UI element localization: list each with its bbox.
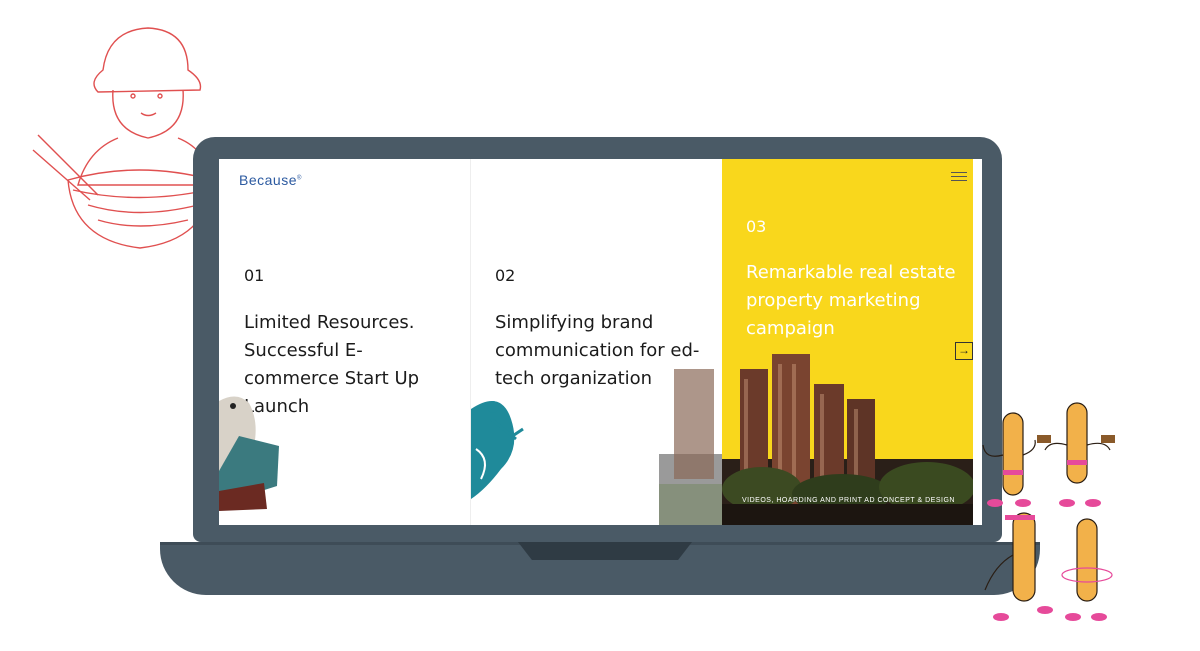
laptop-notch [518, 542, 692, 560]
panel-number: 02 [495, 266, 516, 285]
logo-mark: ® [296, 175, 302, 182]
panel-number: 03 [746, 217, 767, 236]
site-logo[interactable]: Because® [239, 172, 302, 188]
case-study-panel-3[interactable]: 03 Remarkable real estate property marke… [722, 159, 973, 525]
hamburger-menu-icon[interactable] [951, 169, 967, 185]
teal-figure-illustration [471, 401, 524, 499]
boy-with-noodle-bowl-illustration [32, 27, 214, 249]
case-study-panel-1[interactable]: Because® 01 Limited Resources. Successfu… [219, 159, 471, 525]
panel-number: 01 [244, 266, 265, 285]
panel-title: Remarkable real estate property marketin… [746, 262, 956, 339]
laptop-screen: Because® 01 Limited Resources. Successfu… [219, 159, 982, 525]
dancing-churros-illustration [982, 402, 1115, 621]
logo-text: Because [239, 172, 297, 188]
building-silhouette-image [659, 369, 722, 525]
panel-caption: VIDEOS, HOARDING AND PRINT AD CONCEPT & … [742, 497, 955, 504]
case-study-panel-2[interactable]: 02 Simplifying brand communication for e… [471, 159, 722, 525]
dog-on-chair-image [219, 396, 279, 511]
